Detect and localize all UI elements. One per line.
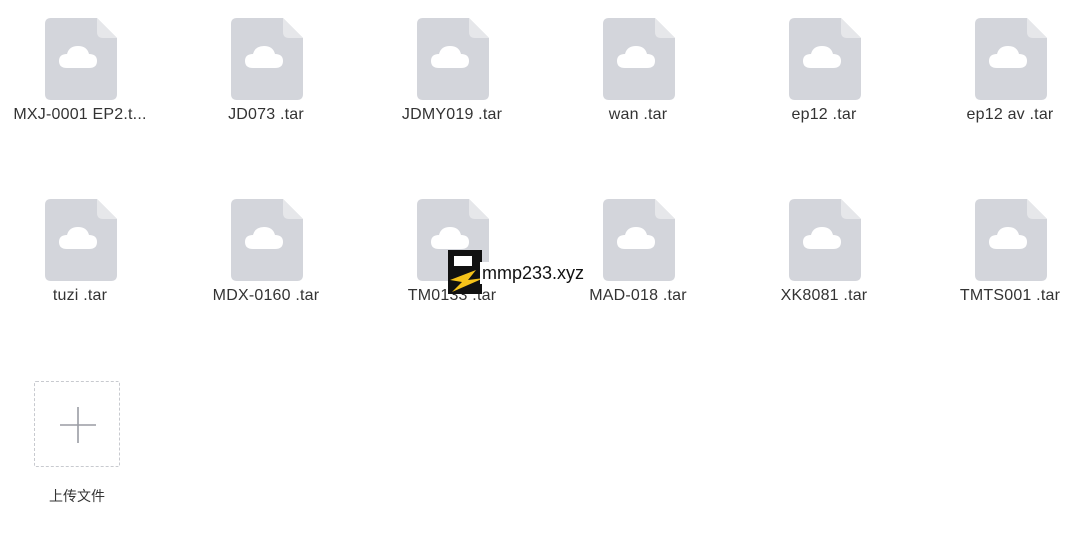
file-item[interactable]: JD073 .tar: [186, 0, 346, 150]
file-name: MDX-0160 .tar: [212, 287, 320, 304]
file-item[interactable]: MDX-0160 .tar: [186, 181, 346, 331]
file-item[interactable]: JDMY019 .tar: [372, 0, 532, 150]
cloud-file-icon: [45, 18, 117, 100]
upload-label: 上传文件: [49, 489, 105, 505]
cloud-file-icon: [975, 18, 1047, 100]
file-name: MXJ-0001 EP2.t...: [13, 106, 147, 123]
file-name: tuzi .tar: [52, 287, 108, 304]
cloud-file-icon: [45, 199, 117, 281]
file-name: XK8081 .tar: [780, 287, 868, 304]
cloud-file-icon: [789, 199, 861, 281]
upload-button[interactable]: [34, 381, 120, 467]
file-name: wan .tar: [608, 106, 668, 123]
file-name: JDMY019 .tar: [401, 106, 503, 123]
cloud-file-icon: [975, 199, 1047, 281]
cloud-file-icon: [789, 18, 861, 100]
file-item[interactable]: TMTS001 .tar: [930, 181, 1080, 331]
file-item[interactable]: ep12 av .tar: [930, 0, 1080, 150]
cloud-file-icon: [417, 18, 489, 100]
cloud-file-icon: [231, 18, 303, 100]
watermark: mmp233.xyz: [446, 250, 626, 296]
file-name: ep12 .tar: [791, 106, 857, 123]
plus-icon: [60, 407, 96, 443]
file-item[interactable]: MXJ-0001 EP2.t...: [0, 0, 160, 150]
file-item[interactable]: ep12 .tar: [744, 0, 904, 150]
cloud-file-icon: [603, 18, 675, 100]
file-item[interactable]: tuzi .tar: [0, 181, 160, 331]
file-name: JD073 .tar: [228, 106, 304, 123]
file-name: ep12 av .tar: [966, 106, 1054, 123]
watermark-text: mmp233.xyz: [480, 262, 587, 284]
cloud-file-icon: [231, 199, 303, 281]
file-item[interactable]: XK8081 .tar: [744, 181, 904, 331]
file-name: TMTS001 .tar: [959, 287, 1061, 304]
file-item[interactable]: wan .tar: [558, 0, 718, 150]
